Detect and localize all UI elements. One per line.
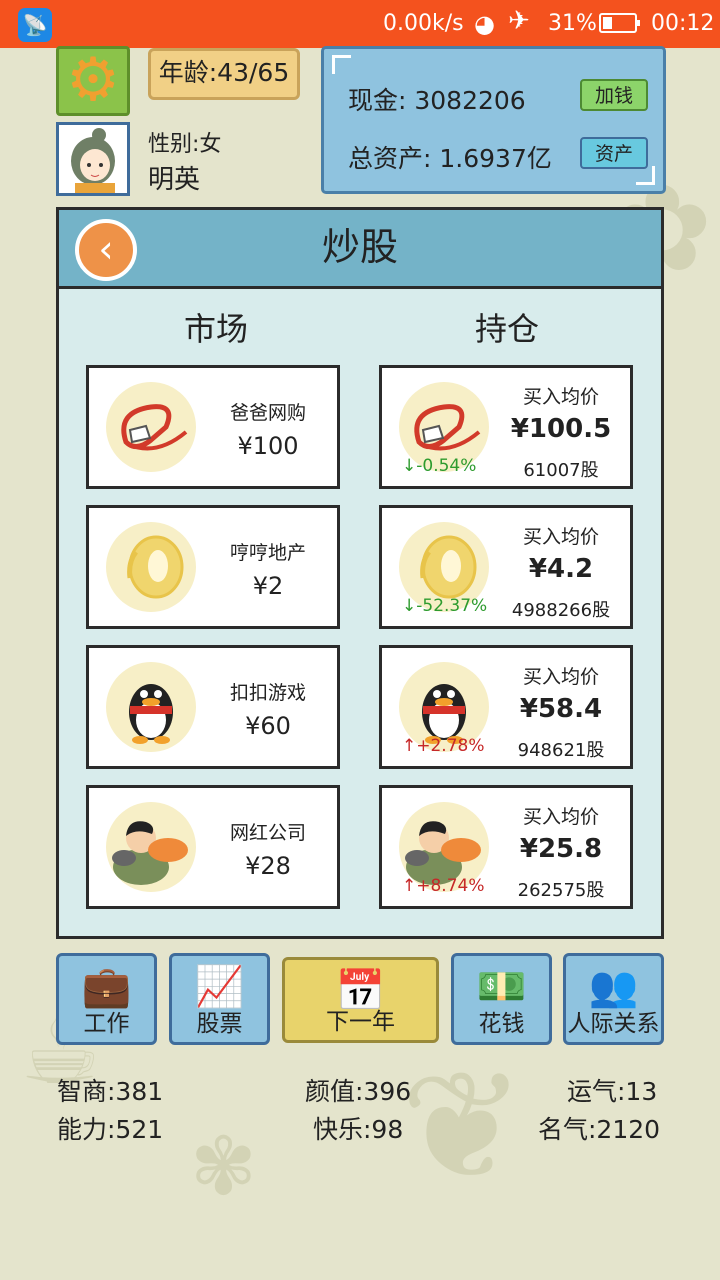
share-count: 948621股 <box>517 740 605 761</box>
battery-icon <box>599 13 640 33</box>
avg-buy-price: ¥100.5 <box>510 414 612 444</box>
avg-buy-price-label: 买入均价 <box>522 666 599 688</box>
avg-buy-price: ¥58.4 <box>519 694 603 724</box>
add-money-button[interactable]: 加钱 <box>580 79 648 111</box>
background-flower-doodle: ✾ <box>190 1120 258 1213</box>
holding-card[interactable]: ↑+2.78% 买入均价 ¥58.4 948621股 <box>379 645 633 769</box>
stock-name: 扣扣游戏 <box>229 682 306 704</box>
avg-buy-price-label: 买入均价 <box>522 526 599 548</box>
share-count: 262575股 <box>517 880 605 901</box>
app-notification-icon: 📡 <box>18 8 52 42</box>
battery-fill <box>603 17 612 29</box>
stock-name: 哼哼地产 <box>229 542 306 564</box>
stock-panel: 炒股 ‹ 市场 持仓 爸爸网购 ¥100 ↓-0.54% 买入均价 ¥100.5 6100… <box>56 207 664 939</box>
property-coin-logo-icon <box>106 522 196 612</box>
total-assets-label: 总资产: 1.6937亿 <box>348 144 552 173</box>
avg-buy-price: ¥4.2 <box>528 554 594 584</box>
avatar-girl-icon <box>59 125 127 193</box>
nav-button-people[interactable]: 👥 人际关系 <box>563 953 664 1045</box>
stat-looks: 颜值:396 <box>305 1077 412 1106</box>
assets-button[interactable]: 资产 <box>580 137 648 169</box>
nav-label: 股票 <box>196 1011 243 1037</box>
nav-label: 工作 <box>83 1011 130 1037</box>
price-change: ↓-0.54% <box>402 456 477 476</box>
chevron-left-icon: ‹ <box>98 227 114 271</box>
stock-name: 爸爸网购 <box>229 402 306 424</box>
avg-buy-price-label: 买入均价 <box>522 386 599 408</box>
network-speed: 0.00k/s <box>383 11 464 36</box>
stock-price: ¥100 <box>237 432 299 460</box>
age-badge: 年龄:43/65 <box>148 48 300 100</box>
background-cactus-doodle: ❦ <box>400 1040 526 1214</box>
avg-buy-price-label: 买入均价 <box>522 806 599 828</box>
market-header: 市场 <box>184 310 249 348</box>
stat-ability: 能力:521 <box>57 1115 164 1144</box>
stock-price: ¥2 <box>252 572 284 600</box>
wifi-icon: ◕ <box>474 10 495 38</box>
nav-label: 花钱 <box>478 1011 525 1037</box>
finance-panel: 现金: 3082206 加钱 总资产: 1.6937亿 资产 <box>321 46 666 194</box>
stat-luck: 运气:13 <box>567 1077 658 1106</box>
share-count: 4988266股 <box>511 600 611 621</box>
player-name: 明英 <box>148 165 201 195</box>
alibaba-like-logo-icon <box>106 382 196 472</box>
cash-label: 现金: 3082206 <box>348 86 526 115</box>
gender-label: 性别:女 <box>148 132 222 157</box>
market-stock-card[interactable]: 爸爸网购 ¥100 <box>86 365 340 489</box>
holding-card[interactable]: ↑+8.74% 买入均价 ¥25.8 262575股 <box>379 785 633 909</box>
nav-button-briefcase[interactable]: 💼 工作 <box>56 953 157 1045</box>
status-bar: 📡 0.00k/s ◕ ✈ 31% 00:12 <box>0 0 720 48</box>
stat-happiness: 快乐:98 <box>313 1115 404 1144</box>
airplane-icon: ✈ <box>508 6 530 36</box>
stat-iq: 智商:381 <box>57 1077 164 1106</box>
market-stock-card[interactable]: 网红公司 ¥28 <box>86 785 340 909</box>
price-change: ↓-52.37% <box>402 596 488 616</box>
clock: 00:12 <box>651 11 715 36</box>
stock-price: ¥60 <box>245 712 291 740</box>
holding-card[interactable]: ↓-52.37% 买入均价 ¥4.2 4988266股 <box>379 505 633 629</box>
stat-fame: 名气:2120 <box>538 1115 661 1144</box>
back-button[interactable]: ‹ <box>75 219 137 281</box>
nav-label: 下一年 <box>326 1009 395 1035</box>
penguin-logo-icon <box>106 662 196 752</box>
share-count: 61007股 <box>523 460 599 481</box>
nav-button-calendar[interactable]: 📅 下一年 <box>282 957 439 1043</box>
market-stock-card[interactable]: 扣扣游戏 ¥60 <box>86 645 340 769</box>
influencer-logo-icon <box>106 802 196 892</box>
price-change: ↑+2.78% <box>402 736 485 756</box>
panel-title: 炒股 <box>321 225 398 269</box>
market-stock-card[interactable]: 哼哼地产 ¥2 <box>86 505 340 629</box>
avg-buy-price: ¥25.8 <box>519 834 603 864</box>
holdings-header: 持仓 <box>475 310 540 348</box>
nav-label: 人际关系 <box>567 1011 660 1037</box>
player-avatar[interactable] <box>56 122 130 196</box>
nav-button-stock-chart[interactable]: 📈 股票 <box>169 953 270 1045</box>
settings-gear-button[interactable]: ⚙ <box>56 46 130 116</box>
gear-icon: ⚙ <box>66 45 120 115</box>
stock-name: 网红公司 <box>229 822 306 844</box>
panel-header: 炒股 ‹ <box>59 210 661 289</box>
frame-corner <box>332 55 351 74</box>
price-change: ↑+8.74% <box>402 876 485 896</box>
nav-button-money[interactable]: 💵 花钱 <box>451 953 552 1045</box>
battery-percent: 31% <box>548 11 597 36</box>
holding-card[interactable]: ↓-0.54% 买入均价 ¥100.5 61007股 <box>379 365 633 489</box>
stock-price: ¥28 <box>245 852 291 880</box>
